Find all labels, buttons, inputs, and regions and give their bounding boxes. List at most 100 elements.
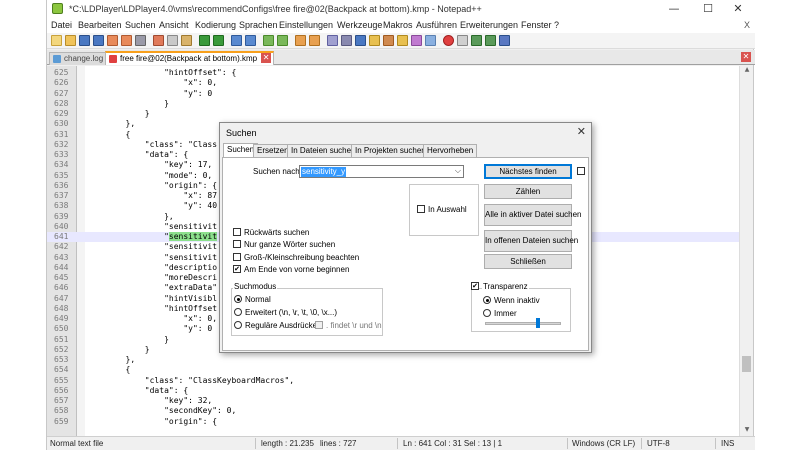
stop-macro-icon[interactable] [457, 35, 468, 46]
word-wrap-icon[interactable] [327, 35, 338, 46]
mode-normal-radio[interactable] [234, 295, 242, 303]
whole-word-checkbox[interactable] [233, 240, 241, 248]
mode-extended-radio[interactable] [234, 308, 242, 316]
monitoring-icon[interactable] [425, 35, 436, 46]
sync-vertical-icon[interactable] [295, 35, 306, 46]
save-macro-icon[interactable] [499, 35, 510, 46]
chevron-down-icon[interactable]: ⌵ [455, 166, 461, 176]
wrap-around-checkbox[interactable]: ✔ [233, 265, 241, 273]
menu-werkzeuge[interactable]: Werkzeuge [337, 20, 382, 30]
editor-line[interactable]: 625 "hintOffset": { [47, 68, 741, 78]
show-all-chars-icon[interactable] [341, 35, 352, 46]
play-macro-icon[interactable] [471, 35, 482, 46]
find-icon[interactable] [231, 35, 242, 46]
dot-newline-label: . findet \r und \n [326, 321, 382, 330]
match-case-checkbox[interactable] [233, 253, 241, 261]
maximize-button[interactable]: ☐ [691, 0, 725, 18]
close-document-x[interactable]: X [744, 20, 750, 30]
open-file-icon[interactable] [65, 35, 76, 46]
menu-ansicht[interactable]: Ansicht [159, 20, 189, 30]
paste-icon[interactable] [181, 35, 192, 46]
dialog-close-icon[interactable]: ✕ [577, 125, 586, 138]
zoom-in-icon[interactable] [263, 35, 274, 46]
editor-line[interactable]: 657 "key": 32, [47, 396, 741, 406]
editor-line[interactable]: 626 "x": 0, [47, 78, 741, 88]
line-code: "y": 0 [87, 324, 212, 334]
minimize-button[interactable]: — [657, 0, 691, 18]
tab-in-projekten-suchen[interactable]: In Projekten suchen [351, 144, 430, 157]
editor-line[interactable]: 653 }, [47, 355, 741, 365]
vertical-scrollbar[interactable]: ▲ ▼ [739, 66, 753, 436]
transparency-checkbox[interactable]: ✔ [471, 282, 479, 290]
save-icon[interactable] [79, 35, 90, 46]
scroll-up-icon[interactable]: ▲ [740, 66, 754, 76]
menu-datei[interactable]: Datei [51, 20, 72, 30]
dot-newline-checkbox[interactable] [315, 321, 323, 329]
tab-change-log[interactable]: change.log [49, 52, 108, 65]
function-list-icon[interactable] [397, 35, 408, 46]
print-icon[interactable] [135, 35, 146, 46]
in-selection-checkbox[interactable] [417, 205, 425, 213]
menu-suchen[interactable]: Suchen [125, 20, 156, 30]
zoom-out-icon[interactable] [277, 35, 288, 46]
menu-sprachen[interactable]: Sprachen [239, 20, 278, 30]
menu-bearbeiten[interactable]: Bearbeiten [78, 20, 122, 30]
scrollbar-thumb[interactable] [742, 356, 751, 372]
menu-makros[interactable]: Makros [383, 20, 413, 30]
code-text: "key": 17, [87, 160, 213, 170]
editor-line[interactable]: 659 "origin": { [47, 417, 741, 427]
menu-kodierung[interactable]: Kodierung [195, 20, 236, 30]
line-number: 641 [54, 232, 69, 241]
doc-map-icon[interactable] [383, 35, 394, 46]
transparency-slider-thumb[interactable] [536, 318, 541, 328]
menu-einstellungen[interactable]: Einstellungen [279, 20, 333, 30]
line-number: 643 [54, 252, 69, 262]
save-all-icon[interactable] [93, 35, 104, 46]
editor-line[interactable]: 629 } [47, 109, 741, 119]
new-file-icon[interactable] [51, 35, 62, 46]
find-next-option-checkbox[interactable] [577, 167, 585, 175]
play-macro-multiple-icon[interactable] [485, 35, 496, 46]
udl-icon[interactable] [369, 35, 380, 46]
editor-line[interactable]: 655 "class": "ClassKeyboardMacros", [47, 376, 741, 386]
undo-icon[interactable] [199, 35, 210, 46]
tab-in-dateien-suchen[interactable]: In Dateien suchen [287, 144, 360, 157]
tab-free-fire-kmp[interactable]: free fire@02(Backpack at bottom).kmp ✕ [105, 51, 275, 65]
editor-line[interactable]: 627 "y": 0 [47, 89, 741, 99]
editor-line[interactable]: 656 "data": { [47, 386, 741, 396]
find-next-button[interactable]: Nächstes finden [484, 164, 572, 179]
close-dialog-button[interactable]: Schließen [484, 254, 572, 269]
close-window-button[interactable]: ✕ [721, 0, 755, 18]
menu-erweiterungen[interactable]: Erweiterungen [460, 20, 518, 30]
close-all-icon[interactable] [121, 35, 132, 46]
tab-close-icon[interactable]: ✕ [261, 53, 272, 63]
record-macro-icon[interactable] [443, 35, 454, 46]
count-button[interactable]: Zählen [484, 184, 572, 199]
indent-guide-icon[interactable] [355, 35, 366, 46]
redo-icon[interactable] [213, 35, 224, 46]
menu-help[interactable]: ? [554, 20, 559, 30]
backward-checkbox[interactable] [233, 228, 241, 236]
search-input[interactable]: sensitivity_y ⌵ [299, 165, 464, 178]
sync-horizontal-icon[interactable] [309, 35, 320, 46]
close-tab-button[interactable]: ✕ [741, 52, 751, 62]
find-all-current-button[interactable]: Alle in aktiver Datei suchen [484, 204, 582, 226]
tab-hervorheben[interactable]: Hervorheben [423, 144, 478, 157]
transparency-slider[interactable] [485, 322, 561, 325]
find-all-open-button[interactable]: In offenen Dateien suchen [484, 230, 578, 252]
code-text: "x": 87 [87, 191, 218, 200]
transparency-always-radio[interactable] [483, 309, 491, 317]
mode-regex-radio[interactable] [234, 321, 242, 329]
scroll-down-icon[interactable]: ▼ [740, 426, 754, 436]
copy-icon[interactable] [167, 35, 178, 46]
cut-icon[interactable] [153, 35, 164, 46]
menu-fenster[interactable]: Fenster [521, 20, 552, 30]
menu-ausfuehren[interactable]: Ausführen [416, 20, 457, 30]
folder-workspace-icon[interactable] [411, 35, 422, 46]
editor-line[interactable]: 628 } [47, 99, 741, 109]
editor-line[interactable]: 654 { [47, 365, 741, 375]
replace-icon[interactable] [245, 35, 256, 46]
close-file-icon[interactable] [107, 35, 118, 46]
editor-line[interactable]: 658 "secondKey": 0, [47, 406, 741, 416]
transparency-inactive-radio[interactable] [483, 296, 491, 304]
